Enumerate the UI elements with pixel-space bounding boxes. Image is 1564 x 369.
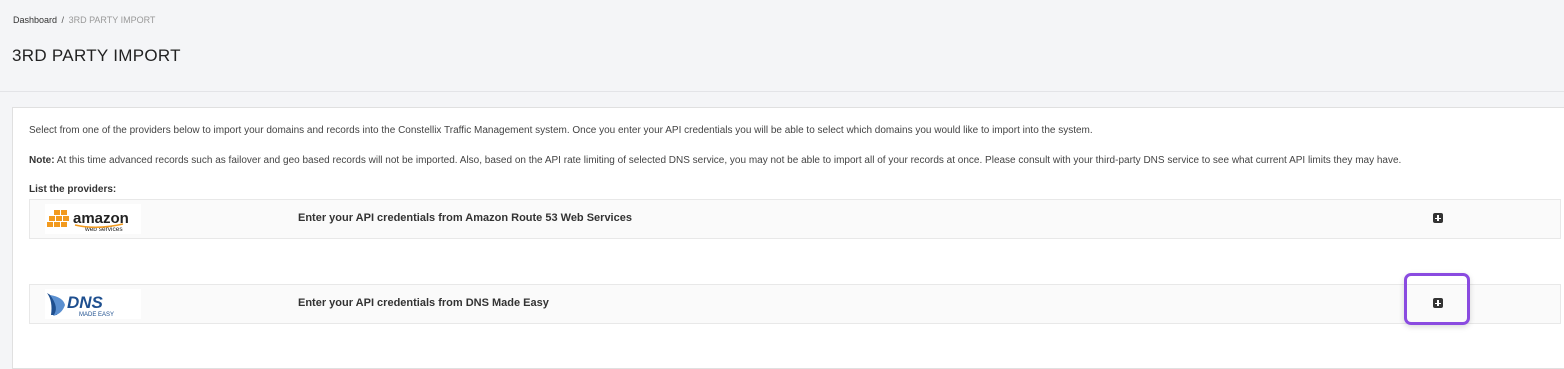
- breadcrumb-home-link[interactable]: Dashboard: [13, 15, 57, 25]
- breadcrumb-current: 3RD PARTY IMPORT: [68, 15, 156, 25]
- page-title: 3RD PARTY IMPORT: [12, 46, 181, 65]
- header-divider: [0, 91, 1564, 92]
- note-body: At this time advanced records such as fa…: [54, 155, 1402, 166]
- amazon-web-services-logo: amazon web services: [45, 204, 141, 234]
- dns-logo-text: DNS: [67, 293, 104, 312]
- provider-row-dnsmadeeasy: DNS MADE EASY Enter your API credentials…: [29, 284, 1561, 324]
- amazon-expand-plus-icon[interactable]: [1433, 213, 1443, 223]
- provider-row-amazon: amazon web services Enter your API crede…: [29, 199, 1561, 239]
- intro-text: Select from one of the providers below t…: [29, 125, 1093, 136]
- amazon-provider-description: Enter your API credentials from Amazon R…: [298, 212, 632, 224]
- providers-list-label: List the providers:: [29, 184, 117, 195]
- dns-made-easy-logo: DNS MADE EASY: [45, 289, 141, 319]
- dnsmadeeasy-provider-description: Enter your API credentials from DNS Made…: [298, 297, 549, 309]
- breadcrumb: Dashboard / 3RD PARTY IMPORT: [13, 15, 155, 25]
- breadcrumb-separator: /: [61, 15, 65, 25]
- note-text: Note: At this time advanced records such…: [29, 155, 1401, 166]
- dns-logo-subtext: MADE EASY: [79, 312, 114, 318]
- note-label: Note:: [29, 155, 55, 166]
- highlight-box: [1404, 273, 1470, 325]
